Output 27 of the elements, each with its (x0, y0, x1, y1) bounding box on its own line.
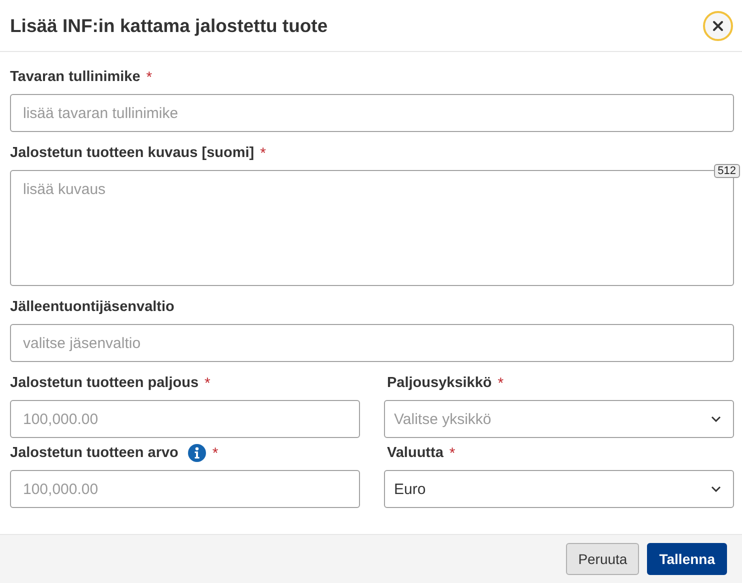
chevron-down-icon (711, 416, 721, 422)
character-counter: 512 (714, 164, 740, 178)
required-mark: * (146, 68, 152, 86)
required-mark: * (449, 444, 456, 462)
field-label: Jalostetun tuotteen paljous (10, 375, 199, 391)
input-field[interactable]: valitse jäsenvaltio (10, 324, 734, 362)
field-label: Paljousyksikkö (387, 375, 492, 391)
field-label: Tavaran tullinimike (10, 69, 140, 85)
field-label: Jälleentuontijäsenvaltio (10, 299, 174, 315)
chevron-down-icon (711, 486, 721, 492)
dropdown[interactable]: Euro (384, 470, 734, 508)
close-button[interactable] (703, 10, 733, 40)
cancel-button[interactable]: Peruuta (566, 543, 640, 575)
input-field[interactable]: lisää tavaran tullinimike (10, 94, 734, 132)
required-mark: * (212, 444, 218, 462)
info-icon[interactable] (188, 444, 206, 462)
input-field[interactable]: 100,000.00 (10, 470, 360, 508)
dialog-title: Lisää INF:in kattama jalostettu tuote (10, 14, 328, 36)
field-label: Valuutta (387, 445, 444, 461)
save-button[interactable]: Tallenna (647, 543, 727, 575)
close-icon (711, 18, 725, 32)
input-field[interactable]: 100,000.00 (10, 400, 360, 438)
required-mark: * (204, 374, 210, 392)
field-label: Jalostetun tuotteen kuvaus [suomi] (10, 145, 254, 161)
required-mark: * (260, 144, 266, 162)
field-label: Jalostetun tuotteen arvo (10, 445, 178, 461)
required-mark: * (498, 374, 504, 392)
